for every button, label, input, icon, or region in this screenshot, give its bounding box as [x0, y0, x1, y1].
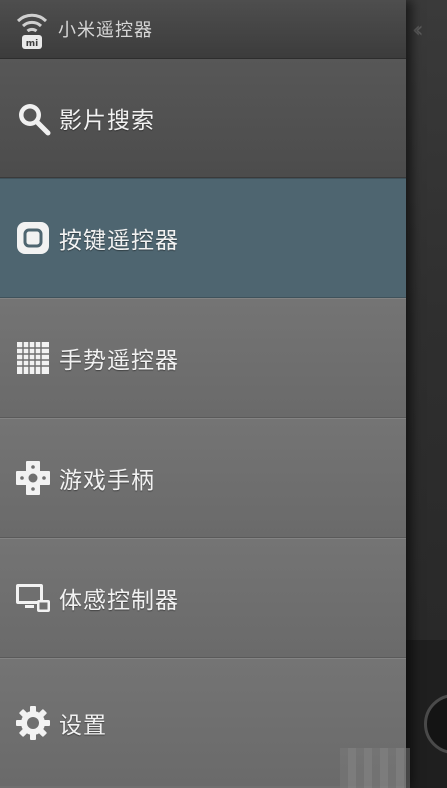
menu-item-label: 游戏手柄: [59, 468, 155, 494]
menu-item-label: 设置: [59, 712, 107, 739]
button-remote-icon: [15, 220, 51, 256]
double-chevron-left-icon[interactable]: ‹‹: [412, 20, 423, 42]
gear-icon: [15, 705, 51, 741]
monitor-icon: [15, 580, 51, 616]
blurred-watermark: [340, 748, 410, 788]
menu-item-label: 体感控制器: [59, 588, 179, 614]
search-icon: [15, 100, 51, 136]
wifi-mi-icon: mi: [14, 7, 50, 51]
menu-item-label: 按键遥控器: [59, 228, 179, 254]
drawer-header: mi 小米遥控器: [0, 0, 406, 59]
app-root: ‹‹ mi 小米遥控器 影片搜索 按键遥控器 手势遥控器 游戏手柄 体感控制器 …: [0, 0, 447, 788]
menu-item-gamepad[interactable]: 游戏手柄: [0, 418, 406, 538]
menu-item-movie-search[interactable]: 影片搜索: [0, 59, 406, 178]
svg-text:mi: mi: [26, 39, 38, 49]
menu-item-gesture-remote[interactable]: 手势遥控器: [0, 298, 406, 418]
dpad-icon: [15, 460, 51, 496]
menu-item-label: 影片搜索: [59, 108, 155, 134]
underlying-screen: ‹‹: [406, 0, 447, 788]
menu-item-motion-controller[interactable]: 体感控制器: [0, 538, 406, 658]
app-title: 小米遥控器: [58, 20, 153, 41]
menu-item-button-remote[interactable]: 按键遥控器: [0, 178, 406, 298]
menu-item-label: 手势遥控器: [59, 348, 179, 374]
grid-icon: [15, 340, 51, 376]
navigation-drawer: mi 小米遥控器 影片搜索 按键遥控器 手势遥控器 游戏手柄 体感控制器 设置: [0, 0, 406, 788]
